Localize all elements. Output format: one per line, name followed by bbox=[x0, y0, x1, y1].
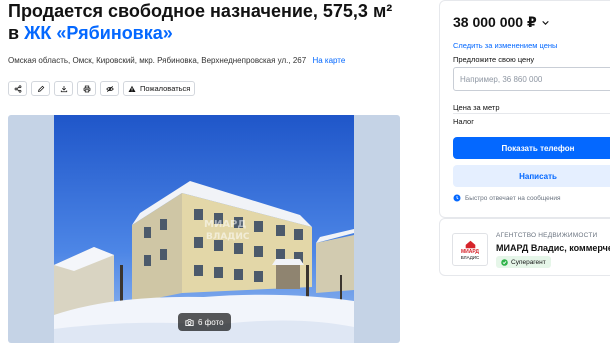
superagent-badge: Суперагент bbox=[496, 256, 551, 268]
hide-button[interactable] bbox=[100, 81, 119, 96]
agency-logo: МИАРД ВЛАДИС bbox=[452, 233, 488, 266]
download-button[interactable] bbox=[54, 81, 73, 96]
clock-icon bbox=[453, 194, 461, 202]
warning-icon bbox=[128, 85, 136, 92]
share-button[interactable] bbox=[8, 81, 27, 96]
photo-gallery[interactable]: МИАРД ВЛАДИС 6 фото bbox=[8, 115, 400, 343]
reply-note-text: Быстро отвечает на сообщения bbox=[465, 194, 561, 202]
photo-count-button[interactable]: 6 фото bbox=[178, 313, 231, 331]
pencil-icon bbox=[37, 85, 44, 92]
print-button[interactable] bbox=[77, 81, 96, 96]
offer-price-input[interactable]: Например, 36 860 000 bbox=[453, 67, 610, 91]
title-line: Продается свободное назначение, 575,3 м² bbox=[8, 1, 393, 21]
complain-label: Пожаловаться bbox=[140, 84, 191, 93]
address-text: Омская область, Омск, Кировский, мкр. Ря… bbox=[8, 56, 307, 65]
watch-price-link[interactable]: Следить за изменением цены bbox=[453, 41, 557, 50]
building-photo: МИАРД ВЛАДИС bbox=[54, 115, 354, 343]
price-card: 38 000 000 ₽ Следить за изменением цены … bbox=[439, 0, 610, 218]
badge-label: Суперагент bbox=[511, 258, 546, 266]
hide-icon bbox=[105, 85, 114, 92]
camera-icon bbox=[185, 318, 194, 326]
chevron-down-icon[interactable] bbox=[541, 18, 550, 27]
tax-label: Налог bbox=[453, 117, 474, 126]
page-title: Продается свободное назначение, 575,3 м²… bbox=[8, 0, 428, 44]
complex-link[interactable]: ЖК «Рябиновка» bbox=[24, 23, 173, 43]
reply-note: Быстро отвечает на сообщения bbox=[453, 194, 561, 202]
offer-label: Предложите свою цену bbox=[453, 55, 535, 64]
map-link[interactable]: На карте bbox=[312, 56, 345, 65]
download-icon bbox=[60, 85, 67, 92]
agency-name[interactable]: МИАРД Владис, коммерческая bbox=[496, 243, 610, 253]
price-per-meter-label: Цена за метр bbox=[453, 103, 500, 112]
printer-icon bbox=[83, 85, 90, 92]
show-phone-button[interactable]: Показать телефон bbox=[453, 137, 610, 159]
divider bbox=[453, 113, 610, 114]
agency-type: АГЕНТСТВО НЕДВИЖИМОСТИ bbox=[496, 232, 598, 239]
house-icon bbox=[465, 240, 475, 248]
write-button[interactable]: Написать bbox=[453, 165, 610, 187]
svg-text:МИАРД: МИАРД bbox=[204, 219, 246, 230]
check-icon bbox=[501, 258, 508, 266]
edit-button[interactable] bbox=[31, 81, 50, 96]
svg-text:ВЛАДИС: ВЛАДИС bbox=[206, 232, 250, 242]
price: 38 000 000 ₽ bbox=[453, 14, 550, 31]
title-prefix: в bbox=[8, 23, 20, 43]
share-icon bbox=[14, 84, 21, 93]
agency-card[interactable]: МИАРД ВЛАДИС АГЕНТСТВО НЕДВИЖИМОСТИ МИАР… bbox=[439, 218, 610, 276]
agency-logo-line2: ВЛАДИС bbox=[460, 254, 480, 260]
address: Омская область, Омск, Кировский, мкр. Ря… bbox=[8, 56, 345, 65]
price-value: 38 000 000 ₽ bbox=[453, 14, 537, 30]
main-photo[interactable]: МИАРД ВЛАДИС bbox=[54, 115, 354, 343]
photo-count-label: 6 фото bbox=[198, 317, 224, 327]
action-bar: Пожаловаться bbox=[8, 81, 196, 96]
complain-button[interactable]: Пожаловаться bbox=[123, 81, 196, 96]
